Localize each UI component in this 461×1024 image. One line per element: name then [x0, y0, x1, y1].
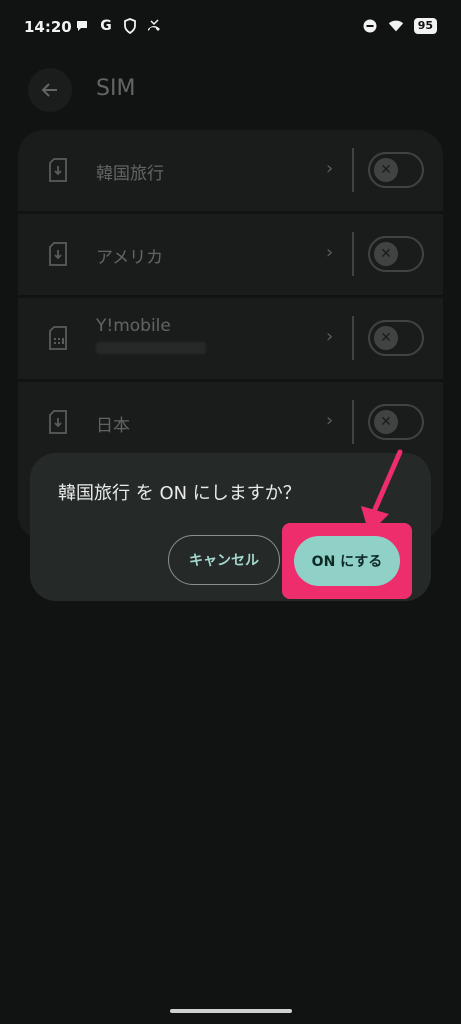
- sim-label: 韓国旅行: [96, 164, 164, 184]
- dialog-message: 韓国旅行 を ON にしますか？: [58, 483, 301, 504]
- chevron-right-icon: ›: [326, 326, 334, 347]
- confirm-on-button[interactable]: ON にする: [294, 536, 400, 586]
- sim-toggle[interactable]: ✕: [368, 152, 424, 188]
- sim-toggle[interactable]: ✕: [368, 404, 424, 440]
- sim-card-icon: [48, 326, 68, 350]
- page-title: SIM: [96, 76, 136, 101]
- divider: [352, 316, 354, 360]
- chevron-right-icon: ›: [326, 158, 334, 179]
- close-icon: ✕: [374, 242, 398, 266]
- app-bar: SIM: [0, 60, 461, 120]
- sim-label: Y!mobile: [96, 316, 171, 336]
- sim-row[interactable]: Y!mobile › ✕: [18, 298, 443, 378]
- arrow-back-icon: [41, 83, 57, 97]
- esim-download-icon: [48, 158, 68, 182]
- chevron-right-icon: ›: [326, 242, 334, 263]
- sim-toggle[interactable]: ✕: [368, 320, 424, 356]
- chevron-right-icon: ›: [326, 410, 334, 431]
- pointer-arrow-icon: [361, 449, 403, 534]
- divider: [352, 148, 354, 192]
- esim-download-icon: [48, 242, 68, 266]
- cancel-button[interactable]: キャンセル: [168, 535, 280, 585]
- back-button[interactable]: [28, 68, 72, 112]
- home-indicator[interactable]: [170, 1009, 292, 1013]
- sim-row[interactable]: 韓国旅行 › ✕: [18, 130, 443, 210]
- close-icon: ✕: [374, 326, 398, 350]
- esim-download-icon: [48, 410, 68, 434]
- redacted-phone-number: [96, 342, 206, 354]
- sim-label: アメリカ: [96, 248, 164, 268]
- sim-toggle[interactable]: ✕: [368, 236, 424, 272]
- sim-label: 日本: [96, 416, 130, 436]
- divider: [352, 400, 354, 444]
- sim-row[interactable]: アメリカ › ✕: [18, 214, 443, 294]
- divider: [352, 232, 354, 276]
- close-icon: ✕: [374, 410, 398, 434]
- close-icon: ✕: [374, 158, 398, 182]
